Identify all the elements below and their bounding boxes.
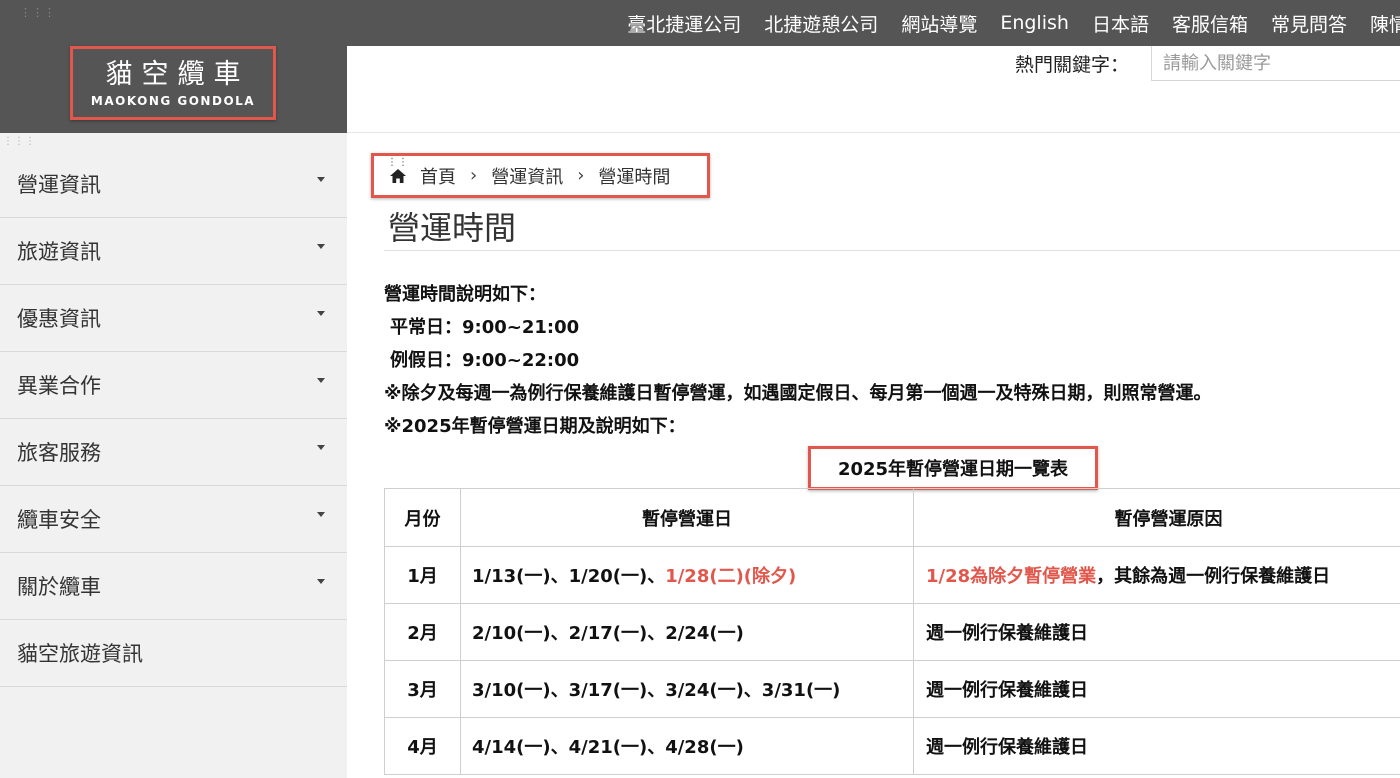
hot-keyword-label: 熱門關鍵字： xyxy=(1015,54,1130,76)
table-row: 4月 4/14(一)、4/21(一)、4/28(一) 週一例行保養維護日 xyxy=(384,717,1400,775)
breadcrumb-current: 營運時間 xyxy=(598,166,671,188)
caret-down-icon xyxy=(317,311,325,316)
breadcrumb-section-link[interactable]: 營運資訊 xyxy=(491,163,563,189)
sidebar-item-label: 優惠資訊 xyxy=(17,307,101,331)
sidebar-item-label: 營運資訊 xyxy=(17,173,101,197)
suspension-schedule-table: 月份 暫停營運日 暫停營運原因 1月 1/13(一)、1/20(一)、1/28(… xyxy=(384,488,1400,775)
column-header-month: 月份 xyxy=(384,488,461,547)
drag-grip-icon: ⋮⋮⋮ xyxy=(3,136,36,147)
logo-area: 貓空纜車 MAOKONG GONDOLA xyxy=(0,46,347,133)
page-title: 營運時間 xyxy=(388,209,517,247)
sidebar-item-label: 纜車安全 xyxy=(17,508,101,532)
site-logo[interactable]: 貓空纜車 MAOKONG GONDOLA xyxy=(70,46,276,120)
table-header-row: 月份 暫停營運日 暫停營運原因 xyxy=(384,488,1400,547)
table-caption: 2025年暫停營運日期一覽表 xyxy=(808,446,1098,490)
top-nav-link-english[interactable]: English xyxy=(1000,12,1069,34)
column-header-dates: 暫停營運日 xyxy=(460,488,914,547)
table-row: 1月 1/13(一)、1/20(一)、1/28(二)(除夕) 1/28為除夕暫停… xyxy=(384,546,1400,604)
info-note-2025: ※2025年暫停營運日期及說明如下： xyxy=(384,416,686,437)
top-bar: ⋮⋮⋮ 臺北捷運公司 北捷遊憩公司 網站導覽 English 日本語 客服信箱 … xyxy=(0,0,1400,46)
sidebar-item-travel-info[interactable]: 旅遊資訊 xyxy=(0,218,347,285)
top-nav-link-recreation[interactable]: 北捷遊憩公司 xyxy=(764,10,878,37)
info-intro: 營運時間說明如下： xyxy=(384,284,546,305)
sidebar-item-operation-info[interactable]: 營運資訊 xyxy=(0,151,347,218)
cell-month: 3月 xyxy=(384,660,461,718)
info-holiday-hours: 例假日：9:00~22:00 xyxy=(390,350,580,371)
reason-text: ，其餘為週一例行保養維護日 xyxy=(1096,566,1331,587)
info-note-maintenance: ※除夕及每週一為例行保養維護日暫停營運，如遇國定假日、每月第一個週一及特殊日期，… xyxy=(384,383,1212,404)
title-divider xyxy=(384,250,1400,251)
logo-text-en: MAOKONG GONDOLA xyxy=(90,93,256,108)
drag-grip-icon: ⋮⋮⋮ xyxy=(20,6,56,19)
sidebar-item-label: 旅客服務 xyxy=(17,441,101,465)
dates-highlight: 1/28(二)(除夕) xyxy=(665,566,797,587)
breadcrumb-home-link[interactable]: 首頁 xyxy=(420,163,456,189)
caret-down-icon xyxy=(317,378,325,383)
drag-grip-icon: ⋮⋮ xyxy=(387,157,409,168)
sidebar-item-about[interactable]: 關於纜車 xyxy=(0,553,347,620)
dates-text: 1/13(一)、1/20(一)、 xyxy=(472,566,666,587)
table-row: 3月 3/10(一)、3/17(一)、3/24(一)、3/31(一) 週一例行保… xyxy=(384,660,1400,718)
chevron-right-icon: › xyxy=(470,165,478,186)
sidebar-item-label: 旅遊資訊 xyxy=(17,240,101,264)
breadcrumb: ⋮⋮ 首頁 › 營運資訊 › 營運時間 xyxy=(371,153,710,198)
cell-month: 1月 xyxy=(384,546,461,604)
sidebar-item-safety[interactable]: 纜車安全 xyxy=(0,486,347,553)
sidebar-item-discount-info[interactable]: 優惠資訊 xyxy=(0,285,347,352)
cell-dates: 3/10(一)、3/17(一)、3/24(一)、3/31(一) xyxy=(460,660,914,718)
cell-reason: 週一例行保養維護日 xyxy=(913,660,1400,718)
cell-dates: 4/14(一)、4/21(一)、4/28(一) xyxy=(460,717,914,775)
operation-hours-info: 營運時間說明如下： 平常日：9:00~21:00 例假日：9:00~22:00 … xyxy=(384,278,1212,443)
cell-reason: 1/28為除夕暫停營業，其餘為週一例行保養維護日 xyxy=(913,546,1400,604)
sidebar-menu: 營運資訊 旅遊資訊 優惠資訊 異業合作 旅客服務 纜車安全 關於纜車 貓空旅遊資… xyxy=(0,151,347,687)
cell-month: 4月 xyxy=(384,717,461,775)
top-nav-link-metro[interactable]: 臺北捷運公司 xyxy=(627,10,741,37)
chevron-right-icon: › xyxy=(577,165,585,186)
cell-dates: 1/13(一)、1/20(一)、1/28(二)(除夕) xyxy=(460,546,914,604)
top-nav: 臺北捷運公司 北捷遊憩公司 網站導覽 English 日本語 客服信箱 常見問答… xyxy=(604,0,1400,46)
home-icon[interactable] xyxy=(390,168,406,183)
info-weekday-hours: 平常日：9:00~21:00 xyxy=(390,317,580,338)
sidebar-item-label: 關於纜車 xyxy=(17,575,101,599)
sidebar-item-label: 貓空旅遊資訊 xyxy=(17,642,143,666)
column-header-reason: 暫停營運原因 xyxy=(913,488,1400,547)
sidebar-item-partnership[interactable]: 異業合作 xyxy=(0,352,347,419)
sidebar-item-label: 異業合作 xyxy=(17,374,101,398)
caret-down-icon xyxy=(317,579,325,584)
top-nav-link-faq[interactable]: 常見問答 xyxy=(1271,10,1347,37)
top-nav-link-petition[interactable]: 陳情 xyxy=(1370,10,1400,37)
sidebar-item-maokong-travel[interactable]: 貓空旅遊資訊 xyxy=(0,620,347,687)
cell-reason: 週一例行保養維護日 xyxy=(913,603,1400,661)
top-nav-link-japanese[interactable]: 日本語 xyxy=(1092,10,1149,37)
caret-down-icon xyxy=(317,244,325,249)
caret-down-icon xyxy=(317,445,325,450)
search-input[interactable] xyxy=(1151,46,1400,81)
top-nav-link-mailbox[interactable]: 客服信箱 xyxy=(1172,10,1248,37)
caret-down-icon xyxy=(317,512,325,517)
top-nav-link-sitemap[interactable]: 網站導覽 xyxy=(901,10,977,37)
table-row: 2月 2/10(一)、2/17(一)、2/24(一) 週一例行保養維護日 xyxy=(384,603,1400,661)
reason-highlight: 1/28為除夕暫停營業 xyxy=(926,566,1097,587)
sidebar: ⋮⋮⋮ 營運資訊 旅遊資訊 優惠資訊 異業合作 旅客服務 纜車安全 關於纜車 貓… xyxy=(0,133,347,778)
sidebar-item-passenger-service[interactable]: 旅客服務 xyxy=(0,419,347,486)
cell-reason: 週一例行保養維護日 xyxy=(913,717,1400,775)
header-search-area: 熱門關鍵字： xyxy=(347,46,1400,133)
caret-down-icon xyxy=(317,177,325,182)
cell-dates: 2/10(一)、2/17(一)、2/24(一) xyxy=(460,603,914,661)
logo-text-zh: 貓空纜車 xyxy=(105,58,250,90)
cell-month: 2月 xyxy=(384,603,461,661)
